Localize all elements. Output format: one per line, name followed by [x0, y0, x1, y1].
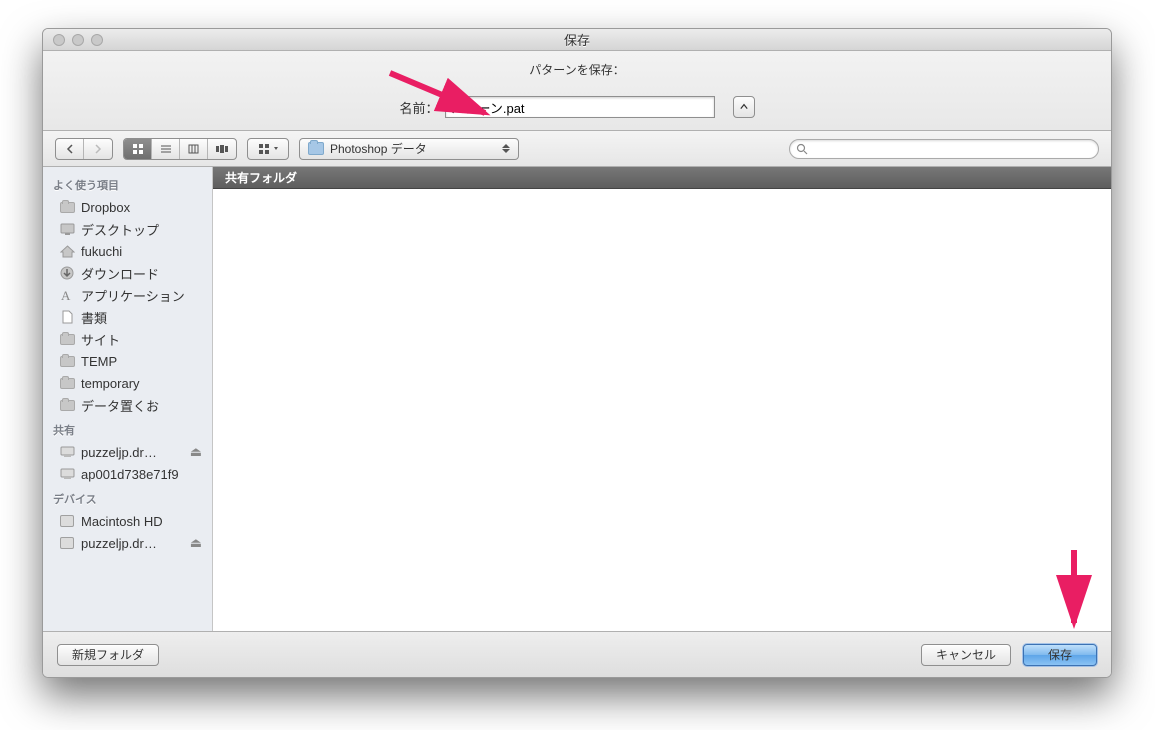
folder-icon: [59, 200, 75, 214]
computer-icon: [59, 467, 75, 481]
file-list[interactable]: [213, 189, 1111, 631]
sidebar-item[interactable]: A アプリケーション: [43, 284, 212, 306]
column-view-button[interactable]: [180, 139, 208, 159]
arrange-group: [247, 138, 289, 160]
coverflow-icon: [215, 144, 229, 154]
sidebar-item-label: ダウンロード: [81, 264, 159, 283]
coverflow-view-button[interactable]: [208, 139, 236, 159]
list-icon: [160, 144, 172, 154]
list-view-button[interactable]: [152, 139, 180, 159]
expand-collapse-button[interactable]: [733, 96, 755, 118]
chevron-down-icon: [273, 146, 279, 152]
folder-icon: [59, 376, 75, 390]
grid-icon: [132, 143, 144, 155]
search-field[interactable]: [789, 139, 1099, 159]
sidebar-item[interactable]: デスクトップ: [43, 218, 212, 240]
sidebar-item[interactable]: puzzeljp.dr… ⏏: [43, 532, 212, 554]
folder-icon: [308, 142, 324, 155]
new-folder-button[interactable]: 新規フォルダ: [57, 644, 159, 666]
sidebar-section-header: 共有: [43, 416, 212, 441]
footer: 新規フォルダ キャンセル 保存: [43, 631, 1111, 677]
sidebar-item-label: ap001d738e71f9: [81, 467, 179, 482]
window-title: 保存: [43, 30, 1111, 49]
prompt-area: パターンを保存： 名前：: [43, 51, 1111, 131]
columns-icon: [188, 144, 200, 154]
sidebar-item[interactable]: ap001d738e71f9: [43, 463, 212, 485]
eject-icon[interactable]: ⏏: [190, 444, 202, 460]
sidebar-item-label: fukuchi: [81, 244, 122, 259]
sidebar-item-label: サイト: [81, 330, 120, 349]
sidebar-item[interactable]: データ置くお: [43, 394, 212, 416]
sidebar-item[interactable]: TEMP: [43, 350, 212, 372]
forward-button[interactable]: [84, 139, 112, 159]
svg-text:A: A: [61, 289, 71, 302]
sidebar-item[interactable]: fukuchi: [43, 240, 212, 262]
sidebar-item[interactable]: puzzeljp.dr… ⏏: [43, 441, 212, 463]
sidebar-item-label: Macintosh HD: [81, 514, 163, 529]
sidebar-section-header: よく使う項目: [43, 171, 212, 196]
eject-icon[interactable]: ⏏: [190, 535, 202, 551]
sidebar-item-label: データ置くお: [81, 396, 159, 415]
sidebar-item-label: Dropbox: [81, 200, 130, 215]
nav-buttons: [55, 138, 113, 160]
titlebar: 保存: [43, 29, 1111, 51]
sidebar-item-label: puzzeljp.dr…: [81, 536, 157, 551]
disk-icon: [59, 514, 75, 528]
disk-icon: [59, 536, 75, 550]
document-icon: [59, 310, 75, 324]
column-header: 共有フォルダ: [213, 167, 1111, 189]
sidebar-item[interactable]: ダウンロード: [43, 262, 212, 284]
sidebar-item-label: temporary: [81, 376, 140, 391]
path-popup[interactable]: Photoshop データ: [299, 138, 519, 160]
sidebar-item[interactable]: Dropbox: [43, 196, 212, 218]
sidebar-item[interactable]: temporary: [43, 372, 212, 394]
search-input[interactable]: [813, 142, 1092, 156]
path-label: Photoshop データ: [330, 140, 427, 157]
sidebar-item[interactable]: サイト: [43, 328, 212, 350]
sidebar-section-header: デバイス: [43, 485, 212, 510]
sidebar-item-label: アプリケーション: [81, 286, 185, 305]
desktop-icon: [59, 222, 75, 236]
cancel-button[interactable]: キャンセル: [921, 644, 1011, 666]
apps-icon: A: [59, 288, 75, 302]
folder-icon: [59, 332, 75, 346]
updown-icon: [502, 144, 510, 153]
folder-icon: [59, 354, 75, 368]
filename-label: 名前：: [399, 98, 438, 117]
sidebar-item[interactable]: 書類: [43, 306, 212, 328]
back-button[interactable]: [56, 139, 84, 159]
sidebar-item[interactable]: Macintosh HD: [43, 510, 212, 532]
sidebar-item-label: puzzeljp.dr…: [81, 445, 157, 460]
chevron-right-icon: [94, 144, 102, 154]
search-icon: [796, 143, 808, 155]
save-button[interactable]: 保存: [1023, 644, 1097, 666]
icon-view-button[interactable]: [124, 139, 152, 159]
sidebar-item-label: デスクトップ: [81, 220, 159, 239]
folder-icon: [59, 398, 75, 412]
save-dialog: 保存 パターンを保存： 名前：: [42, 28, 1112, 678]
sidebar-item-label: 書類: [81, 308, 107, 327]
sidebar: よく使う項目 Dropbox デスクトップ fukuchi ダウンロード A アプリケーショ…: [43, 167, 213, 631]
chevron-left-icon: [66, 144, 74, 154]
toolbar: Photoshop データ: [43, 131, 1111, 167]
arrange-button[interactable]: [248, 139, 288, 159]
view-mode-group: [123, 138, 237, 160]
home-icon: [59, 244, 75, 258]
computer-icon: [59, 445, 75, 459]
prompt-message: パターンを保存：: [43, 61, 1111, 78]
grid-icon: [258, 143, 270, 155]
sidebar-item-label: TEMP: [81, 354, 117, 369]
filename-input[interactable]: [445, 96, 715, 118]
download-icon: [59, 266, 75, 280]
